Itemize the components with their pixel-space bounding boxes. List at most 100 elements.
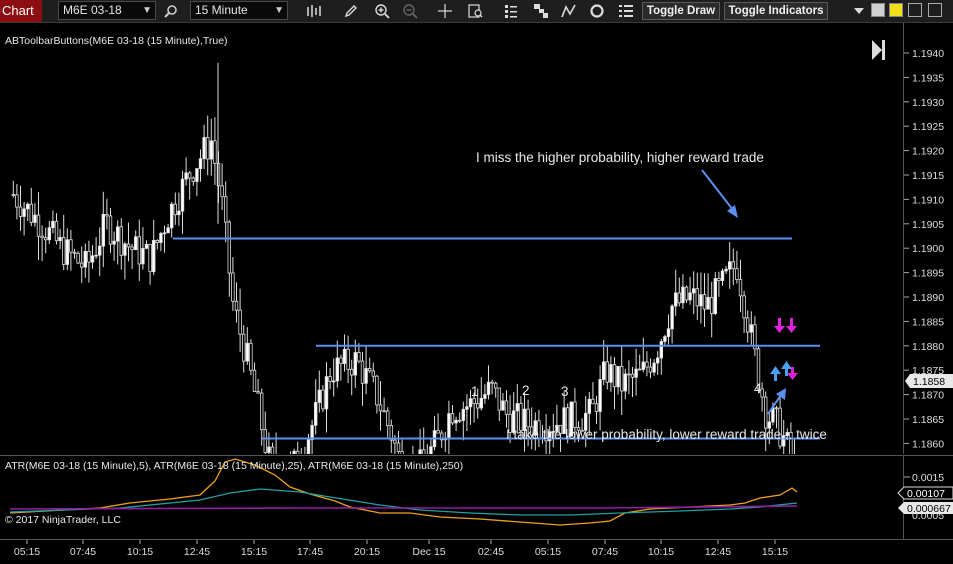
candle-body bbox=[328, 376, 332, 382]
candle-body bbox=[465, 406, 469, 410]
time-tick-label: 15:15 bbox=[241, 546, 267, 558]
interval-value: 15 Minute bbox=[195, 3, 248, 17]
maximize-icon[interactable] bbox=[908, 3, 922, 17]
candle-body bbox=[526, 408, 530, 428]
window-color-swatch-gray[interactable] bbox=[871, 3, 885, 17]
time-tick-label: 20:15 bbox=[354, 546, 380, 558]
indicators-icon[interactable] bbox=[502, 2, 520, 20]
candle-body bbox=[144, 243, 149, 249]
toggle-draw-button[interactable]: Toggle Draw bbox=[642, 2, 720, 20]
candle-body bbox=[695, 288, 699, 307]
chevron-down-icon[interactable] bbox=[850, 2, 868, 20]
candle-body bbox=[76, 252, 80, 264]
time-tick-label: 07:45 bbox=[592, 546, 618, 558]
candle-body bbox=[292, 450, 296, 454]
price-tick-label: 1.1905 bbox=[912, 219, 944, 231]
candle-body bbox=[90, 255, 95, 263]
candle-body bbox=[479, 397, 483, 409]
candle-body bbox=[648, 366, 653, 373]
candle-body bbox=[393, 439, 397, 444]
candle-body bbox=[371, 370, 375, 377]
candle-body bbox=[25, 203, 30, 210]
candle-body bbox=[591, 398, 595, 405]
candle-body bbox=[80, 262, 84, 268]
candle-body bbox=[746, 317, 750, 333]
candle-body bbox=[40, 235, 44, 239]
zoom-in-icon[interactable] bbox=[373, 2, 391, 20]
candle-body bbox=[364, 368, 368, 384]
price-tick-label: 1.1920 bbox=[912, 146, 944, 158]
candle-body bbox=[749, 324, 753, 333]
strategies-icon[interactable] bbox=[532, 2, 550, 20]
close-icon[interactable] bbox=[928, 3, 942, 17]
candle-body bbox=[306, 439, 311, 454]
candle-body bbox=[342, 348, 347, 364]
chart-tab[interactable]: Chart bbox=[0, 0, 42, 22]
candle-body bbox=[159, 232, 163, 243]
chevron-down-icon: ▼ bbox=[274, 5, 284, 16]
candle-body bbox=[187, 172, 192, 179]
candle-body bbox=[378, 404, 383, 412]
properties-icon[interactable] bbox=[617, 2, 635, 20]
candle-body bbox=[267, 446, 271, 453]
candle-body bbox=[72, 251, 77, 254]
time-axis[interactable]: 05:15 07:45 10:15 12:45 15:15 17:45 20:15 Dec 1… bbox=[0, 540, 953, 564]
price-tick-label: 1.1935 bbox=[912, 72, 944, 84]
candle-body bbox=[612, 364, 617, 388]
trade-number-1: 1 bbox=[471, 384, 479, 399]
price-tick-label: 1.1895 bbox=[912, 268, 944, 280]
interval-selector[interactable]: 15 Minute ▼ bbox=[190, 1, 288, 20]
time-tick-label: 10:15 bbox=[648, 546, 674, 558]
candle-body bbox=[29, 203, 33, 223]
candle-body bbox=[706, 296, 710, 310]
candle-body bbox=[33, 214, 37, 223]
price-tick-label: 1.1910 bbox=[912, 194, 944, 206]
instrument-selector[interactable]: M6E 03-18 ▼ bbox=[58, 1, 156, 20]
candle-body bbox=[98, 245, 102, 256]
candle-body bbox=[515, 403, 519, 412]
time-tick-label: 15:15 bbox=[762, 546, 788, 558]
data-box-icon[interactable] bbox=[466, 2, 484, 20]
search-icon[interactable] bbox=[162, 2, 180, 20]
candle-body bbox=[249, 342, 253, 371]
candle-body bbox=[638, 368, 642, 371]
price-tick-label: 1.1900 bbox=[912, 243, 944, 255]
atr25-value-badge: 0.000667 bbox=[898, 502, 953, 515]
candle-body bbox=[346, 348, 350, 370]
candle-body bbox=[717, 278, 721, 281]
candle-body bbox=[177, 210, 181, 216]
reload-icon[interactable] bbox=[588, 2, 606, 20]
candle-body bbox=[454, 419, 458, 424]
time-tick-label: 05:15 bbox=[535, 546, 561, 558]
candle-body bbox=[252, 369, 257, 392]
crosshair-icon[interactable] bbox=[436, 2, 454, 20]
candle-body bbox=[353, 352, 357, 376]
candle-body bbox=[605, 361, 609, 383]
candle-body bbox=[256, 391, 260, 394]
time-tick-label: Dec 15 bbox=[412, 546, 445, 558]
candle-body bbox=[385, 410, 390, 426]
indicator-panel-label: ATR(M6E 03-18 (15 Minute),5), ATR(M6E 03… bbox=[5, 460, 464, 472]
candle-body bbox=[54, 220, 59, 242]
zoom-out-icon[interactable] bbox=[401, 2, 419, 20]
candle-body bbox=[65, 239, 69, 265]
candle-body bbox=[652, 362, 656, 373]
bar-type-icon[interactable] bbox=[305, 2, 323, 20]
candle-body bbox=[573, 401, 577, 428]
candle-body bbox=[119, 226, 123, 256]
candle-body bbox=[609, 364, 613, 383]
candle-body bbox=[436, 430, 440, 434]
trade-number-3: 3 bbox=[561, 384, 569, 399]
candle-body bbox=[461, 408, 465, 421]
pencil-icon[interactable] bbox=[342, 2, 360, 20]
annotation-bottom-text: I take the lower probability, lower rewa… bbox=[506, 427, 827, 442]
candle-body bbox=[11, 194, 15, 196]
candle-body bbox=[18, 206, 23, 217]
window-color-swatch-yellow[interactable] bbox=[889, 3, 903, 17]
candle-body bbox=[245, 342, 249, 362]
price-tick-label: 1.1870 bbox=[912, 390, 944, 402]
candle-body bbox=[130, 246, 134, 251]
toggle-indicators-button[interactable]: Toggle Indicators bbox=[724, 2, 828, 20]
candle-body bbox=[324, 376, 329, 410]
drawing-tool-icon[interactable] bbox=[560, 2, 578, 20]
